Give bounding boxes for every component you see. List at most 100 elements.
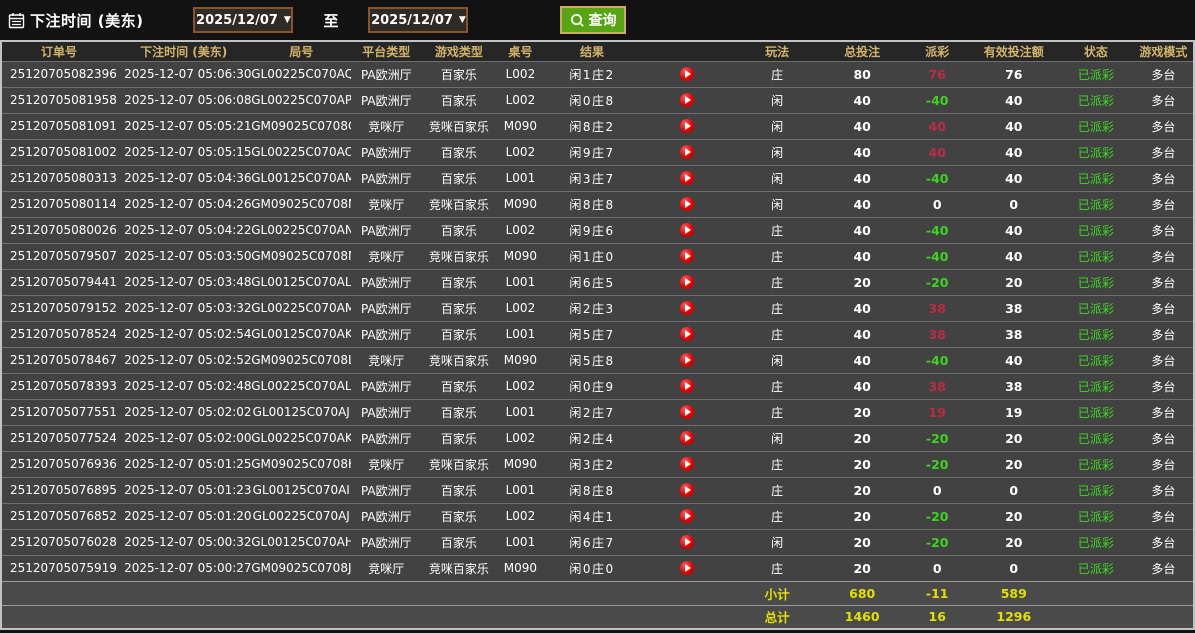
platform-cell: PA欧洲厅 [351,269,421,295]
payout-cell: 40 [905,113,970,139]
platform-cell: PA欧洲厅 [351,425,421,451]
date-from-select[interactable]: 2025/12/07 ▼ [193,7,293,33]
video-play-icon[interactable] [680,275,694,289]
game-type-cell: 百家乐 [421,529,496,555]
video-play-icon[interactable] [680,561,694,575]
result-cell: 闲0庄0 [544,555,639,581]
status-cell: 已派彩 [1058,61,1134,87]
table-no-cell: M090 [496,347,544,373]
video-play-icon[interactable] [680,197,694,211]
play-type-cell: 庄 [735,269,820,295]
play-type-cell: 闲 [735,191,820,217]
date-from-value: 2025/12/07 [196,13,278,28]
bet-time-cell: 2025-12-07 05:01:20 [116,503,251,529]
result-cell: 闲8庄2 [544,113,639,139]
round-id-cell: GM09025C0708M [251,243,351,269]
game-type-cell: 百家乐 [421,477,496,503]
video-play-icon[interactable] [680,405,694,419]
result-cell: 闲3庄7 [544,165,639,191]
video-play-icon[interactable] [680,535,694,549]
video-play-icon[interactable] [680,249,694,263]
total-bet-cell: 20 [820,425,905,451]
total-bet-cell: 40 [820,373,905,399]
subtotal-payout: -11 [905,581,970,605]
date-to-value: 2025/12/07 [371,13,453,28]
video-play-icon[interactable] [680,67,694,81]
game-type-cell: 竞咪百家乐 [421,243,496,269]
table-no-cell: M090 [496,243,544,269]
video-play-icon[interactable] [680,327,694,341]
column-header: 桌号 [496,41,544,61]
result-cell: 闲9庄7 [544,139,639,165]
date-to-select[interactable]: 2025/12/07 ▼ [368,7,468,33]
payout-cell: -40 [905,87,970,113]
video-play-icon[interactable] [680,509,694,523]
valid-bet-cell: 0 [970,191,1058,217]
game-type-cell: 竞咪百家乐 [421,347,496,373]
game-type-cell: 百家乐 [421,87,496,113]
payout-cell: 0 [905,555,970,581]
video-play-icon[interactable] [680,119,694,133]
round-id-cell: GL00125C070AL [251,269,351,295]
valid-bet-cell: 40 [970,243,1058,269]
table-no-cell: L002 [496,425,544,451]
status-cell: 已派彩 [1058,399,1134,425]
order-id-cell: 251207050810911 [1,113,116,139]
table-row: 2512070507944142025-12-07 05:03:48GL0012… [1,269,1194,295]
video-play-icon[interactable] [680,223,694,237]
payout-cell: 19 [905,399,970,425]
valid-bet-cell: 20 [970,451,1058,477]
column-header: 平台类型 [351,41,421,61]
total-valid-bet: 1296 [970,605,1058,629]
valid-bet-cell: 40 [970,139,1058,165]
table-row: 2512070508239642025-12-07 05:06:30GL0022… [1,61,1194,87]
valid-bet-cell: 20 [970,529,1058,555]
video-play-icon[interactable] [680,145,694,159]
valid-bet-cell: 20 [970,425,1058,451]
round-id-cell: GM09025C0708N [251,191,351,217]
table-no-cell: L002 [496,503,544,529]
status-cell: 已派彩 [1058,451,1134,477]
table-no-cell: M090 [496,113,544,139]
round-id-cell: GM09025C0708O [251,113,351,139]
play-type-cell: 闲 [735,139,820,165]
query-button[interactable]: 查询 [560,6,626,34]
game-type-cell: 竞咪百家乐 [421,191,496,217]
total-bet-cell: 20 [820,503,905,529]
video-play-icon[interactable] [680,353,694,367]
payout-cell: 38 [905,321,970,347]
video-play-icon[interactable] [680,301,694,315]
table-no-cell: L002 [496,87,544,113]
round-id-cell: GL00225C070AO [251,139,351,165]
game-mode-cell: 多台 [1134,555,1194,581]
status-cell: 已派彩 [1058,529,1134,555]
platform-cell: PA欧洲厅 [351,529,421,555]
bet-time-cell: 2025-12-07 05:05:21 [116,113,251,139]
bet-time-cell: 2025-12-07 05:02:54 [116,321,251,347]
video-play-icon[interactable] [680,171,694,185]
video-play-icon[interactable] [680,457,694,471]
bet-time-cell: 2025-12-07 05:02:00 [116,425,251,451]
video-play-icon[interactable] [680,93,694,107]
subtotal-row: 小计 680 -11 589 [1,581,1194,605]
order-id-cell: 251207050803136 [1,165,116,191]
order-id-cell: 251207050769369 [1,451,116,477]
total-bet-cell: 20 [820,477,905,503]
video-play-icon[interactable] [680,431,694,445]
table-row: 2512070508100222025-12-07 05:05:15GL0022… [1,139,1194,165]
platform-cell: PA欧洲厅 [351,373,421,399]
result-cell: 闲4庄1 [544,503,639,529]
bet-time-cell: 2025-12-07 05:00:27 [116,555,251,581]
table-row: 2512070507852412025-12-07 05:02:54GL0012… [1,321,1194,347]
round-id-cell: GM09025C0708J [251,555,351,581]
video-play-icon[interactable] [680,379,694,393]
replay-cell [640,217,735,243]
video-play-icon[interactable] [680,483,694,497]
status-cell: 已派彩 [1058,503,1134,529]
replay-cell [640,191,735,217]
status-cell: 已派彩 [1058,321,1134,347]
game-type-cell: 百家乐 [421,321,496,347]
order-id-cell: 251207050791529 [1,295,116,321]
status-cell: 已派彩 [1058,113,1134,139]
result-cell: 闲5庄7 [544,321,639,347]
